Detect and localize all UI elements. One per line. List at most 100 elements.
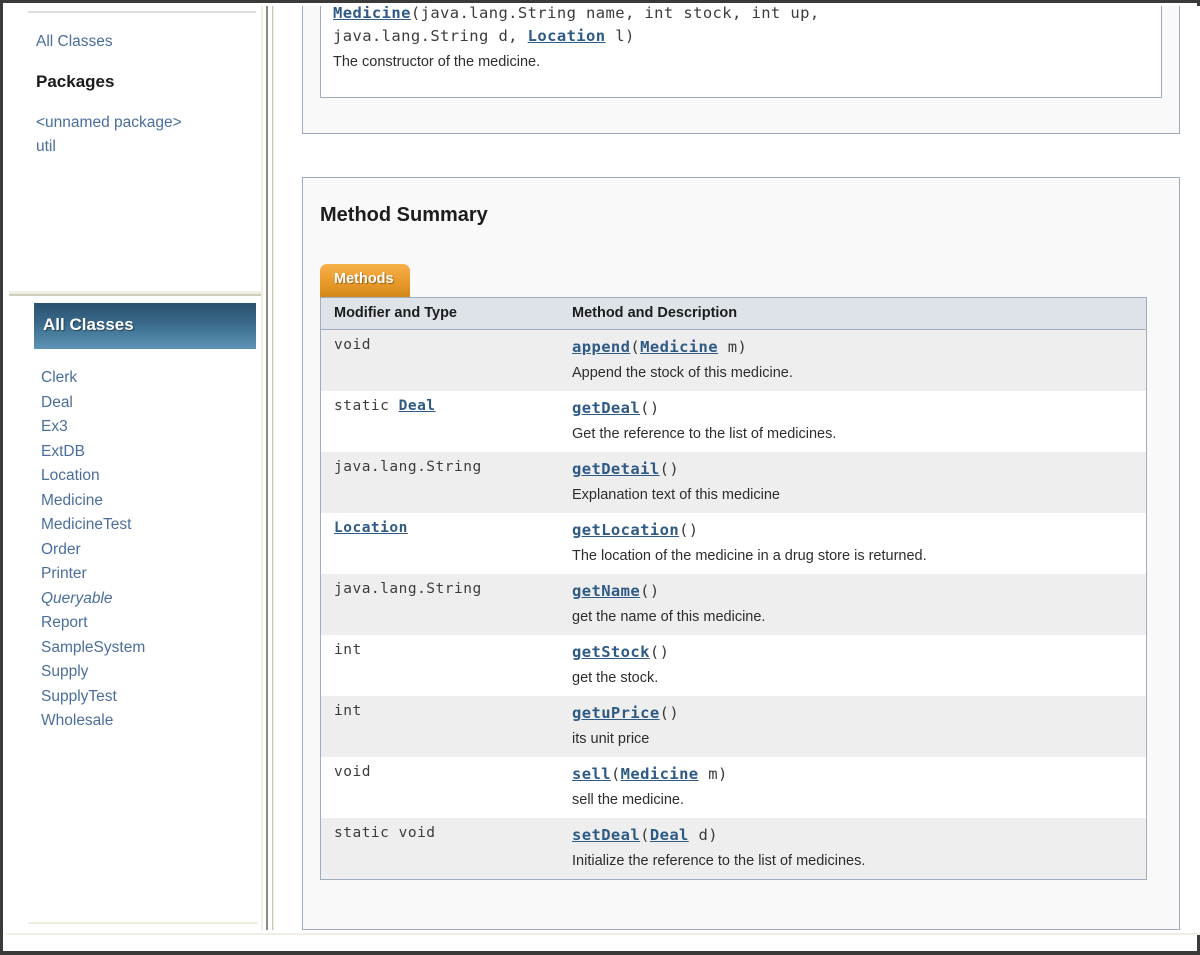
- method-summary-title: Method Summary: [320, 204, 488, 226]
- args-open: (: [679, 521, 689, 539]
- args-close: ): [659, 643, 670, 661]
- type-link-deal[interactable]: Deal: [399, 398, 436, 414]
- class-link-medicinetest[interactable]: MedicineTest: [41, 513, 256, 538]
- cell-modifier-type: void: [320, 329, 559, 391]
- args-open: (: [659, 704, 670, 722]
- class-link-printer[interactable]: Printer: [41, 562, 256, 587]
- method-signature: getLocation(): [572, 520, 1140, 541]
- tab-methods[interactable]: Methods: [320, 264, 410, 297]
- package-item-unnamed[interactable]: <unnamed package>: [36, 111, 251, 135]
- table-row: int getuPrice() its unit price: [320, 696, 1147, 757]
- table-row: java.lang.String getName() get the name …: [320, 574, 1147, 635]
- column-header-method-and-description: Method and Description: [559, 297, 1147, 330]
- constructor-description: The constructor of the medicine.: [333, 54, 541, 70]
- cell-modifier-type: int: [320, 635, 559, 696]
- column-header-modifier-and-type: Modifier and Type: [320, 297, 559, 330]
- frame-bottom-rule: [6, 933, 1200, 935]
- class-link-queryable[interactable]: Queryable: [41, 587, 256, 612]
- method-link-sell[interactable]: sell: [572, 765, 611, 783]
- method-link-getdeal[interactable]: getDeal: [572, 399, 640, 417]
- cell-modifier-type: int: [320, 696, 559, 757]
- method-description: Explanation text of this medicine: [572, 487, 780, 503]
- horizontal-rule: [28, 11, 256, 13]
- method-signature: getuPrice(): [572, 703, 1140, 724]
- cell-modifier-type: java.lang.String: [320, 574, 559, 635]
- args-close: ): [649, 582, 660, 600]
- type-text: int: [334, 703, 362, 719]
- method-signature: append(Medicine m): [572, 337, 1140, 358]
- args-close: ): [669, 460, 680, 478]
- type-link-deal[interactable]: Deal: [650, 826, 689, 844]
- method-summary-panel: Method Summary Methods Modifier and Type…: [302, 177, 1180, 930]
- args-close: ): [669, 704, 680, 722]
- method-link-getstock[interactable]: getStock: [572, 643, 650, 661]
- cell-modifier-type: void: [320, 757, 559, 818]
- args-close: ): [688, 521, 699, 539]
- method-link-append[interactable]: append: [572, 338, 630, 356]
- type-link-location[interactable]: Location: [334, 520, 408, 536]
- method-link-getlocation[interactable]: getLocation: [572, 521, 679, 539]
- class-link-wholesale[interactable]: Wholesale: [41, 709, 256, 734]
- method-summary-table: Modifier and Type Method and Description…: [320, 297, 1147, 880]
- package-list-frame: All Classes Packages <unnamed package> u…: [6, 6, 261, 935]
- constructor-summary-panel: Medicine(java.lang.String name, int stoc…: [302, 6, 1180, 134]
- table-row: void sell(Medicine m) sell the medicine.: [320, 757, 1147, 818]
- frame-divider-top-shadow: [9, 294, 261, 296]
- args-open: (: [659, 460, 670, 478]
- class-link-report[interactable]: Report: [41, 611, 256, 636]
- method-description: its unit price: [572, 731, 650, 747]
- method-link-getuprice[interactable]: getuPrice: [572, 704, 660, 722]
- type-text: int: [334, 642, 362, 658]
- class-link-supply[interactable]: Supply: [41, 660, 256, 685]
- all-classes-title-bar: All Classes: [34, 303, 256, 349]
- frame-splitter[interactable]: [261, 6, 274, 935]
- method-description: sell the medicine.: [572, 792, 685, 808]
- all-classes-link[interactable]: All Classes: [36, 32, 251, 52]
- cell-modifier-type: static void: [320, 818, 559, 880]
- class-link-location[interactable]: Location: [41, 464, 256, 489]
- table-row: java.lang.String getDetail() Explanation…: [320, 452, 1147, 513]
- type-text: java.lang.String: [334, 581, 482, 597]
- class-list: Clerk Deal Ex3 ExtDB Location Medicine M…: [34, 349, 256, 734]
- class-link-ex3[interactable]: Ex3: [41, 415, 256, 440]
- package-item-util[interactable]: util: [36, 135, 251, 159]
- type-text: void: [334, 337, 371, 353]
- constructor-params-1: (java.lang.String name, int stock, int u…: [410, 6, 820, 22]
- class-link-order[interactable]: Order: [41, 538, 256, 563]
- class-link-samplesystem[interactable]: SampleSystem: [41, 636, 256, 661]
- cell-method-description: getLocation() The location of the medici…: [559, 513, 1147, 574]
- constructor-params-2b: l): [605, 27, 635, 45]
- constructor-link[interactable]: Medicine: [333, 6, 411, 22]
- constructor-signature: Medicine(java.lang.String name, int stoc…: [333, 6, 1151, 48]
- args-close: m): [698, 765, 728, 783]
- args-close: m): [718, 338, 748, 356]
- table-row: void append(Medicine m) Append the stock…: [320, 329, 1147, 391]
- constructor-params-2a: java.lang.String d,: [333, 27, 528, 45]
- method-signature: setDeal(Deal d): [572, 825, 1140, 846]
- method-link-getname[interactable]: getName: [572, 582, 640, 600]
- type-link-medicine[interactable]: Medicine: [621, 765, 699, 783]
- type-link-medicine[interactable]: Medicine: [640, 338, 718, 356]
- class-link-medicine[interactable]: Medicine: [41, 489, 256, 514]
- method-description: The location of the medicine in a drug s…: [572, 548, 927, 564]
- cell-modifier-type: static Deal: [320, 391, 559, 452]
- class-link-extdb[interactable]: ExtDB: [41, 440, 256, 465]
- package-list: All Classes Packages <unnamed package> u…: [36, 32, 251, 159]
- all-classes-panel: All Classes Clerk Deal Ex3 ExtDB Locatio…: [34, 303, 256, 734]
- method-description: get the stock.: [572, 670, 659, 686]
- table-row: static void setDeal(Deal d) Initialize t…: [320, 818, 1147, 880]
- class-link-supplytest[interactable]: SupplyTest: [41, 685, 256, 710]
- all-classes-title: All Classes: [43, 315, 134, 334]
- class-link-deal[interactable]: Deal: [41, 391, 256, 416]
- splitter-edge: [272, 6, 273, 935]
- cell-method-description: getDetail() Explanation text of this med…: [559, 452, 1147, 513]
- method-signature: getDeal(): [572, 398, 1140, 419]
- method-link-getdetail[interactable]: getDetail: [572, 460, 660, 478]
- table-header-row: Modifier and Type Method and Description: [320, 297, 1147, 330]
- class-link-clerk[interactable]: Clerk: [41, 366, 256, 391]
- method-description: Get the reference to the list of medicin…: [572, 426, 837, 442]
- cell-modifier-type: Location: [320, 513, 559, 574]
- type-link-location[interactable]: Location: [528, 27, 606, 45]
- table-row: static Deal getDeal() Get the reference …: [320, 391, 1147, 452]
- method-link-setdeal[interactable]: setDeal: [572, 826, 640, 844]
